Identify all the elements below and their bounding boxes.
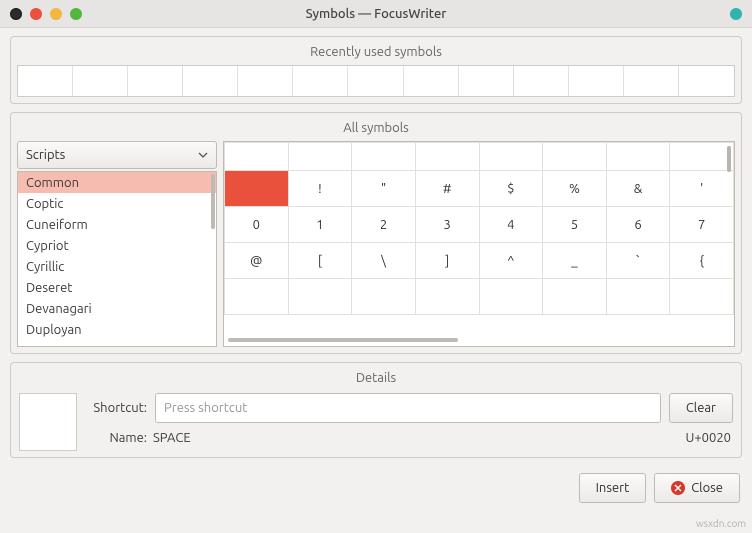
close-button[interactable]: Close xyxy=(654,473,740,503)
symbol-cell[interactable]: 6 xyxy=(606,207,670,243)
symbol-cell[interactable] xyxy=(415,279,479,315)
symbol-cell[interactable]: [ xyxy=(288,243,352,279)
symbol-cell[interactable] xyxy=(225,171,289,207)
symbol-cell[interactable] xyxy=(543,279,607,315)
symbol-cell[interactable]: & xyxy=(606,171,670,207)
shortcut-label: Shortcut: xyxy=(87,401,147,415)
symbol-cell[interactable] xyxy=(479,279,543,315)
symbol-cell[interactable] xyxy=(606,279,670,315)
symbol-cell[interactable]: ^ xyxy=(479,243,543,279)
window-help-dot[interactable] xyxy=(730,8,742,20)
scripts-dropdown[interactable]: Scripts xyxy=(17,141,217,169)
titlebar: Symbols — FocusWriter xyxy=(0,0,752,28)
window-maximize-dot[interactable] xyxy=(70,8,82,20)
app-icon xyxy=(10,8,22,20)
symbol-cell[interactable]: $ xyxy=(479,171,543,207)
symbol-preview xyxy=(19,393,77,451)
insert-button[interactable]: Insert xyxy=(579,473,647,503)
recent-cell[interactable] xyxy=(183,66,238,96)
recently-used-group: Recently used symbols xyxy=(10,36,742,104)
script-list-item[interactable]: Coptic xyxy=(18,193,216,214)
script-list-scroll-thumb[interactable] xyxy=(211,174,215,229)
recent-cell[interactable] xyxy=(624,66,679,96)
symbol-cell[interactable]: ` xyxy=(606,243,670,279)
symbol-cell[interactable] xyxy=(352,143,416,171)
symbol-cell[interactable] xyxy=(415,143,479,171)
symbol-cell[interactable] xyxy=(225,143,289,171)
clear-button[interactable]: Clear xyxy=(669,393,733,423)
recent-cell[interactable] xyxy=(73,66,128,96)
symbol-code-value: U+0020 xyxy=(685,431,733,445)
recent-cell[interactable] xyxy=(514,66,569,96)
symbol-grid[interactable]: !"#$%&' 01234567 @[\]^_`{ xyxy=(223,141,735,347)
symbol-cell[interactable]: 1 xyxy=(288,207,352,243)
recent-cell[interactable] xyxy=(238,66,293,96)
recently-used-grid[interactable] xyxy=(17,65,735,97)
shortcut-input[interactable]: Press shortcut xyxy=(155,393,661,423)
symbol-cell[interactable] xyxy=(479,143,543,171)
symbol-cell[interactable]: # xyxy=(415,171,479,207)
script-list-item[interactable]: Common xyxy=(18,172,216,193)
symbol-cell[interactable]: ] xyxy=(415,243,479,279)
window-title: Symbols — FocusWriter xyxy=(0,7,752,21)
symbol-cell[interactable]: ' xyxy=(670,171,734,207)
script-list-item[interactable]: Devanagari xyxy=(18,298,216,319)
script-list-item[interactable]: Cypriot xyxy=(18,235,216,256)
symbol-grid-hscrollbar[interactable] xyxy=(228,337,722,343)
symbol-cell[interactable]: 2 xyxy=(352,207,416,243)
symbol-cell[interactable] xyxy=(288,143,352,171)
name-label: Name: xyxy=(87,431,147,445)
recent-cell[interactable] xyxy=(18,66,73,96)
chevron-down-icon xyxy=(198,150,208,160)
symbol-cell[interactable]: { xyxy=(670,243,734,279)
symbol-name-value: SPACE xyxy=(147,431,191,445)
symbol-cell[interactable] xyxy=(543,143,607,171)
symbol-cell[interactable] xyxy=(225,279,289,315)
symbol-cell[interactable]: @ xyxy=(225,243,289,279)
symbol-cell[interactable]: " xyxy=(352,171,416,207)
recently-used-title: Recently used symbols xyxy=(17,43,735,65)
recent-cell[interactable] xyxy=(128,66,183,96)
script-list-item[interactable]: Cuneiform xyxy=(18,214,216,235)
symbol-cell[interactable]: 7 xyxy=(670,207,734,243)
recent-cell[interactable] xyxy=(293,66,348,96)
symbol-grid-vscrollbar[interactable] xyxy=(726,146,732,334)
script-list[interactable]: CommonCopticCuneiformCypriotCyrillicDese… xyxy=(17,171,217,347)
symbol-cell[interactable]: 5 xyxy=(543,207,607,243)
window-minimize-dot[interactable] xyxy=(50,8,62,20)
details-group: Details Shortcut: Press shortcut Clear N… xyxy=(10,362,742,458)
symbol-grid-hscroll-thumb[interactable] xyxy=(228,338,458,342)
scripts-dropdown-label: Scripts xyxy=(26,148,65,162)
details-title: Details xyxy=(17,369,735,391)
symbol-cell[interactable]: % xyxy=(543,171,607,207)
symbol-cell[interactable]: \ xyxy=(352,243,416,279)
script-list-item[interactable]: Deseret xyxy=(18,277,216,298)
all-symbols-group: All symbols Scripts CommonCopticCuneifor… xyxy=(10,112,742,354)
symbol-cell[interactable] xyxy=(606,143,670,171)
window-close-dot[interactable] xyxy=(30,8,42,20)
script-list-item[interactable]: Duployan xyxy=(18,319,216,340)
script-list-scrollbar[interactable] xyxy=(210,172,216,346)
symbol-cell[interactable] xyxy=(288,279,352,315)
symbol-cell[interactable] xyxy=(670,143,734,171)
recent-cell[interactable] xyxy=(348,66,403,96)
all-symbols-title: All symbols xyxy=(17,119,735,141)
recent-cell[interactable] xyxy=(459,66,514,96)
symbol-cell[interactable]: 3 xyxy=(415,207,479,243)
symbol-cell[interactable] xyxy=(670,279,734,315)
shortcut-placeholder: Press shortcut xyxy=(164,401,247,415)
recent-cell[interactable] xyxy=(569,66,624,96)
symbol-cell[interactable] xyxy=(352,279,416,315)
script-list-item[interactable]: Cyrillic xyxy=(18,256,216,277)
recent-cell[interactable] xyxy=(679,66,734,96)
close-icon xyxy=(671,481,685,495)
watermark: wsxdn.com xyxy=(696,518,746,529)
recent-cell[interactable] xyxy=(404,66,459,96)
symbol-cell[interactable]: 0 xyxy=(225,207,289,243)
symbol-cell[interactable]: 4 xyxy=(479,207,543,243)
symbol-cell[interactable]: _ xyxy=(543,243,607,279)
symbol-cell[interactable]: ! xyxy=(288,171,352,207)
symbol-grid-vscroll-thumb[interactable] xyxy=(727,146,731,172)
